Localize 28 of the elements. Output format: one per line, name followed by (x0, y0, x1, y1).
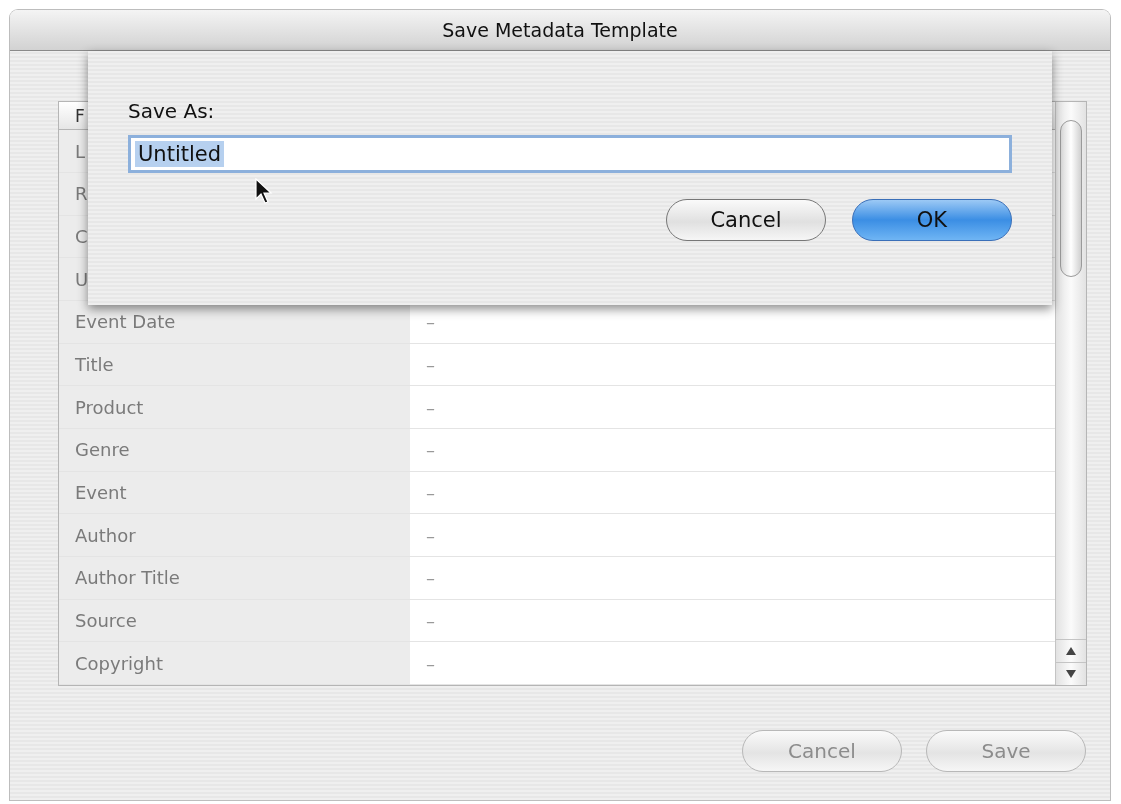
field-name-cell: Author Title (59, 557, 410, 599)
field-name-cell: Genre (59, 429, 410, 471)
field-value-cell-text: – (425, 395, 436, 420)
ok-button[interactable]: OK (852, 199, 1012, 241)
field-value-cell-text: – (425, 310, 436, 335)
field-name-cell: Copyright (59, 642, 410, 684)
cancel-button[interactable]: Cancel (666, 199, 826, 241)
field-value-cell-text: – (425, 523, 436, 548)
scroll-thumb[interactable] (1060, 120, 1082, 277)
window-title: Save Metadata Template (10, 10, 1110, 51)
save-as-label: Save As: (128, 99, 216, 123)
scrollbar[interactable] (1055, 102, 1086, 685)
field-value-cell-text: – (425, 438, 436, 463)
field-name-cell: Product (59, 386, 410, 429)
name-input-field[interactable]: Untitled (128, 135, 1012, 173)
field-name-cell: Source (59, 599, 410, 642)
field-value-cell-text: – (425, 353, 436, 378)
down-arrow-icon (1066, 670, 1076, 678)
mouse-pointer-icon (255, 178, 273, 204)
field-name-cell: Author (59, 514, 410, 556)
field-name-cell: Title (59, 343, 410, 386)
up-arrow-icon (1066, 647, 1076, 655)
field-value-cell-text: – (425, 609, 436, 633)
field-value-cell-text: – (425, 481, 436, 505)
field-name-cell: Event Date (59, 301, 410, 343)
field-value-cell-text: – (425, 566, 436, 591)
field-value-cell-text: – (425, 651, 436, 676)
field-name-cell: Event (59, 471, 410, 514)
